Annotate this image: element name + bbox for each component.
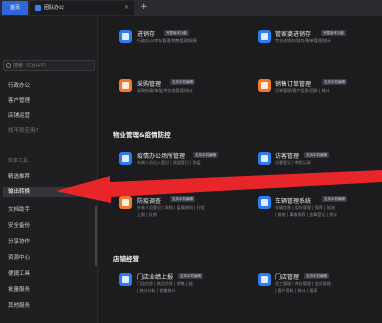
cloud-icon[interactable]: [258, 30, 271, 43]
close-icon[interactable]: ×: [124, 1, 129, 15]
card-badge: 支持手机编辑: [304, 273, 329, 279]
tab-team-office[interactable]: 团队办公 ×: [30, 1, 134, 15]
search-icon: [6, 63, 11, 68]
card-desc: 采购申请/审批/供应商管理/统计: [137, 88, 194, 93]
sidebar-item-tools[interactable]: 便捷工具: [8, 270, 30, 278]
card-badge: 支持手机编辑: [322, 79, 347, 85]
tab-bar: 首页 团队办公 × +: [0, 0, 382, 16]
card-desc: 行政办公/库存管理/销售管理/报表: [137, 38, 198, 43]
card-badge: 支持手机编辑: [304, 152, 329, 158]
sidebar-item-store[interactable]: 店铺运营: [8, 112, 30, 120]
card-title[interactable]: 采购管理: [137, 79, 161, 88]
scrollbar[interactable]: [95, 206, 97, 266]
purchase-icon[interactable]: [119, 79, 132, 92]
card-desc: 车辆人员出入登记 | 测温登记 | 防疫: [137, 160, 201, 165]
epidemic-office-icon[interactable]: [119, 152, 132, 165]
card-desc: 员工管理 | 库存管理 | 会员管理: [275, 281, 331, 286]
card-title[interactable]: 车辆管理系统: [275, 196, 311, 205]
card-title[interactable]: 销售订单管理: [275, 79, 311, 88]
card-desc: 订单管理/客户信息/回款 | 统计: [275, 88, 330, 93]
survey-icon[interactable]: [119, 196, 132, 209]
sidebar-item-customers[interactable]: 客户管理: [8, 97, 30, 105]
sidebar-item-share[interactable]: 分享协作: [8, 238, 30, 246]
card-desc: | 统计分析 | 销售统计: [137, 288, 176, 293]
vehicle-icon[interactable]: [258, 196, 271, 209]
card-badge: 完整版本功能: [321, 30, 346, 36]
section-heading-store: 店铺经营: [113, 255, 139, 263]
card-badge: 支持手机编辑: [170, 196, 195, 202]
section-efficiency-tools: 效率工具: [8, 158, 29, 164]
card-badge: 完整版本功能: [164, 30, 189, 36]
sidebar-item-not-found[interactable]: 找不到应用?: [8, 127, 38, 135]
card-title[interactable]: 门店业绩上报: [137, 272, 173, 281]
card-desc: | 客户资料 | 统计 | 报表: [275, 288, 318, 293]
card-badge: 支持手机编辑: [322, 196, 347, 202]
card-title[interactable]: 防疫调查: [137, 196, 161, 205]
app-icon: [35, 5, 41, 11]
card-desc: 门店信息 | 商品信息 | 销售上报: [137, 281, 193, 286]
add-tab-icon[interactable]: +: [140, 0, 148, 15]
card-badge: 支持手机编辑: [178, 273, 203, 279]
main-content: 进销存 完整版本功能 行政办公/库存管理/销售管理/报表 管家婆进销存 完整版本…: [98, 16, 382, 323]
card-badge: 支持手机编辑: [170, 79, 195, 85]
sales-order-icon[interactable]: [258, 79, 271, 92]
card-desc: 车辆信息 | 用车管理 | 保养 | 加油: [275, 205, 335, 210]
sidebar-item-other[interactable]: 其他服务: [8, 302, 30, 310]
sidebar-item-backup[interactable]: 安全备份: [8, 222, 30, 230]
card-desc: | 维修 | 事故保养 | 违章登记 | 统计: [275, 212, 338, 217]
store-manage-icon[interactable]: [258, 273, 271, 286]
search-input[interactable]: 搜索（Ctrl+F）: [3, 60, 95, 71]
card-title[interactable]: 疫情办公场所管理: [137, 151, 185, 160]
sidebar-item-output-convert[interactable]: 输出转换: [3, 187, 95, 197]
store-report-icon[interactable]: [119, 273, 132, 286]
card-title[interactable]: 访客管理: [275, 151, 299, 160]
card-title[interactable]: 进销存: [137, 29, 155, 38]
card-desc: 专业进销存/财务/账单管理/统计: [275, 38, 332, 43]
section-heading-property: 物业管理&疫情防控: [113, 131, 171, 139]
sidebar-item-batch[interactable]: 批量服务: [8, 286, 30, 294]
tab-home[interactable]: 首页: [2, 1, 28, 15]
sidebar: 搜索（Ctrl+F） 行政办公 客户管理 店铺运营 找不到应用? 效率工具 精选…: [0, 16, 98, 323]
card-desc: 上报 | 反馈: [137, 212, 157, 217]
sidebar-item-admin[interactable]: 行政办公: [8, 82, 30, 90]
card-badge: 支持手机编辑: [193, 152, 218, 158]
visitor-icon[interactable]: [258, 152, 271, 165]
card-title[interactable]: 管家婆进销存: [275, 29, 311, 38]
inventory-icon[interactable]: [119, 30, 132, 43]
sidebar-item-doc-assistant[interactable]: 文档助手: [8, 206, 30, 214]
card-desc: 访客登记 | 审批记录: [275, 160, 311, 165]
sidebar-item-resources[interactable]: 资源中心: [8, 254, 30, 262]
card-desc: 外来人员登记 | 采购 | 疫情期间 | 行程: [137, 205, 205, 210]
search-placeholder: 搜索（Ctrl+F）: [13, 63, 49, 69]
sidebar-item-featured[interactable]: 精选推荐: [8, 173, 30, 181]
tab-label: 团队办公: [44, 5, 65, 11]
card-title[interactable]: 门店管理: [275, 272, 299, 281]
